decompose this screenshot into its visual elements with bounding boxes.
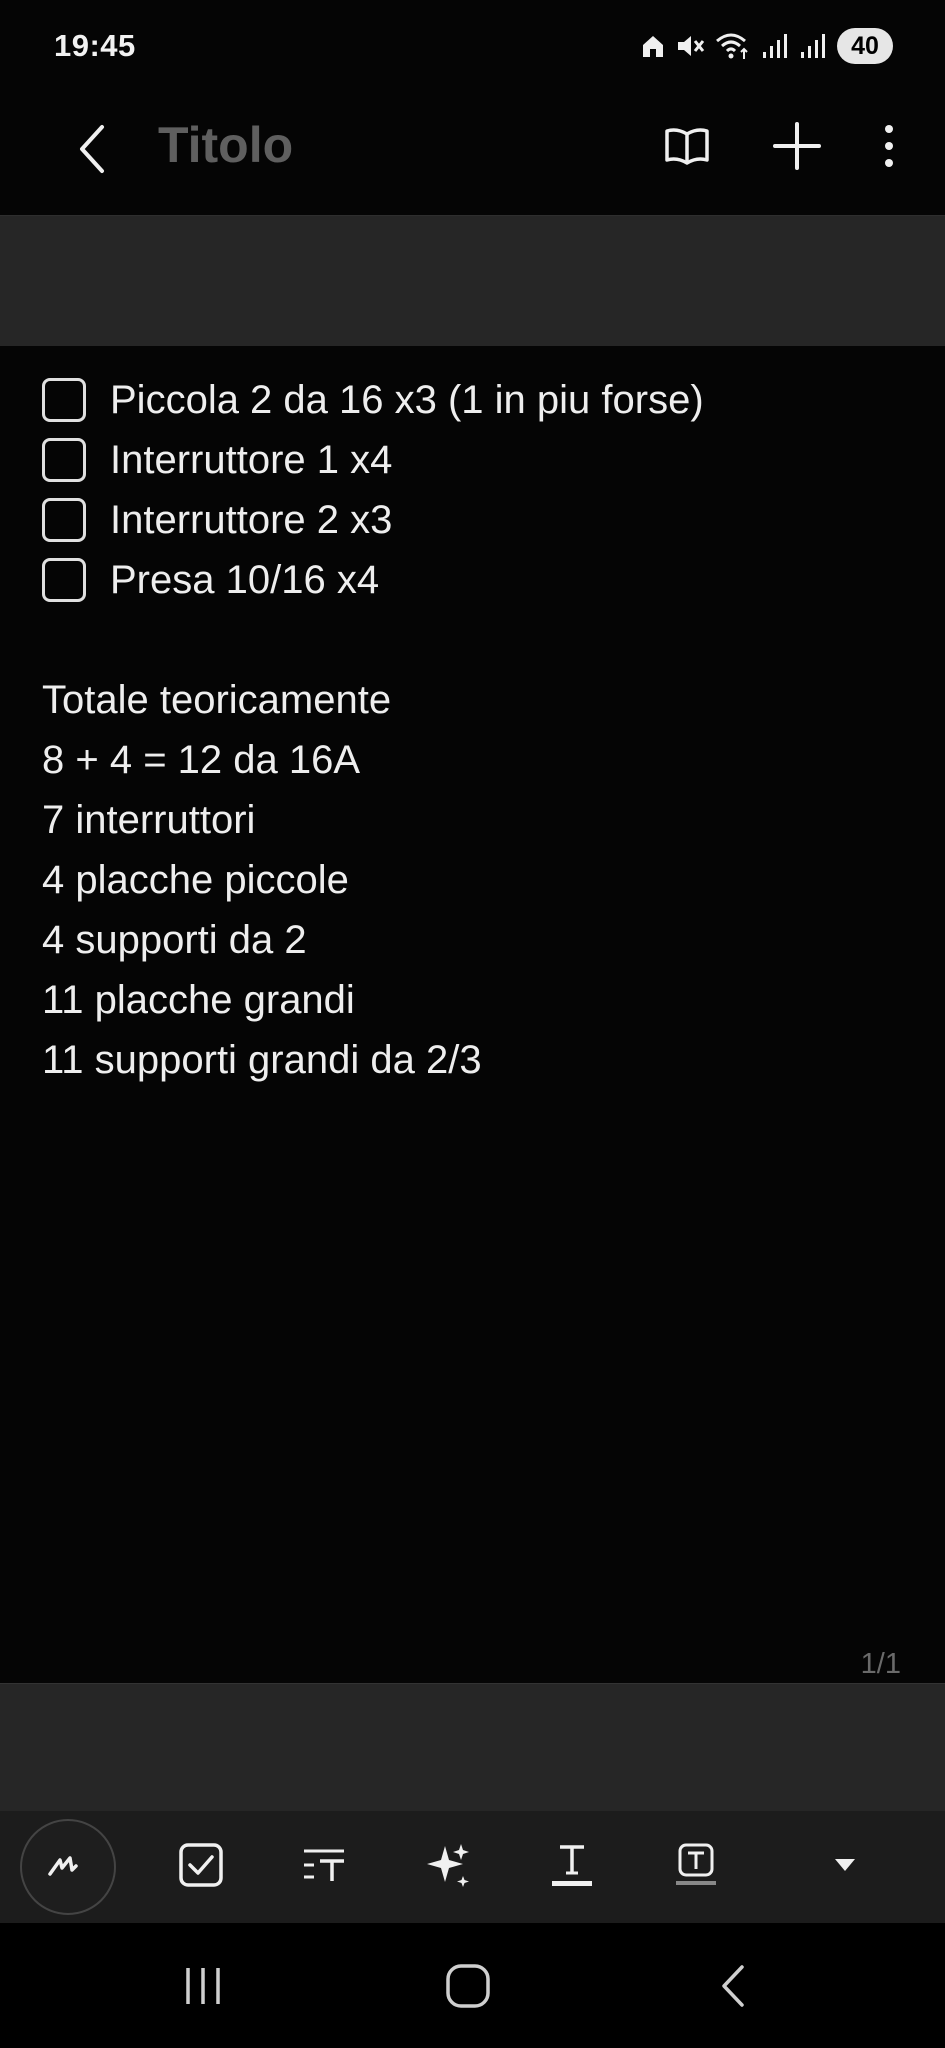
more-vertical-icon xyxy=(884,124,894,173)
checklist-item[interactable]: Interruttore 2 x3 xyxy=(42,490,902,550)
note-text-line: 4 placche piccole xyxy=(42,858,349,902)
home-icon xyxy=(641,33,665,59)
wifi-icon xyxy=(715,31,751,61)
more-options-button[interactable] xyxy=(869,110,909,186)
checkbox-button[interactable] xyxy=(153,1819,249,1915)
status-icons: 40 xyxy=(641,28,893,64)
add-button[interactable] xyxy=(759,110,835,186)
reading-mode-button[interactable] xyxy=(649,110,725,186)
home-button[interactable] xyxy=(423,1943,513,2033)
note-text-line: 4 supporti da 2 xyxy=(42,918,307,962)
pen-mode-button[interactable] xyxy=(20,1819,116,1915)
signal-icon xyxy=(799,32,827,60)
text-color-icon xyxy=(550,1843,594,1892)
home-nav-icon xyxy=(445,1963,491,2014)
mute-icon xyxy=(675,32,705,60)
app-bar: Titolo xyxy=(0,92,945,216)
text-highlight-button[interactable] xyxy=(648,1819,744,1915)
top-toolbar-area xyxy=(0,216,945,346)
checklist-item-label: Interruttore 2 x3 xyxy=(110,497,393,542)
recents-icon xyxy=(182,1964,224,2013)
checkbox[interactable] xyxy=(42,438,86,482)
pen-icon xyxy=(46,1850,90,1885)
plus-icon xyxy=(773,121,821,175)
back-icon xyxy=(718,1963,748,2014)
note-text-line: 7 interruttori xyxy=(42,798,256,842)
checkbox[interactable] xyxy=(42,378,86,422)
checklist-item-label: Piccola 2 da 16 x3 (1 in piu forse) xyxy=(110,377,704,422)
note-body[interactable]: Piccola 2 da 16 x3 (1 in piu forse) Inte… xyxy=(42,370,902,1090)
ai-sparkle-icon xyxy=(425,1842,471,1893)
text-style-icon xyxy=(300,1845,348,1890)
note-text-line: 8 + 4 = 12 da 16A xyxy=(42,738,361,782)
text-highlight-icon xyxy=(674,1843,718,1892)
checklist-item-label: Interruttore 1 x4 xyxy=(110,437,393,482)
back-nav-button[interactable] xyxy=(688,1943,778,2033)
signal-icon xyxy=(761,32,789,60)
note-title[interactable]: Titolo xyxy=(158,116,293,174)
checkbox-icon xyxy=(178,1842,224,1893)
back-button[interactable] xyxy=(62,114,122,188)
status-bar: 19:45 40 xyxy=(0,0,945,92)
page-indicator: 1/1 xyxy=(860,1648,901,1680)
note-text-line: 11 supporti grandi da 2/3 xyxy=(42,1038,482,1082)
checkbox[interactable] xyxy=(42,498,86,542)
note-text-line: 11 placche grandi xyxy=(42,978,355,1022)
text-style-button[interactable] xyxy=(276,1819,372,1915)
format-toolbar xyxy=(0,1811,945,1923)
checklist-item[interactable]: Piccola 2 da 16 x3 (1 in piu forse) xyxy=(42,370,902,430)
checklist-item-label: Presa 10/16 x4 xyxy=(110,557,380,602)
checkbox[interactable] xyxy=(42,558,86,602)
note-text-line: Totale teoricamente xyxy=(42,678,392,722)
book-icon xyxy=(663,126,711,171)
chevron-left-icon xyxy=(76,123,108,180)
checklist-item[interactable]: Interruttore 1 x4 xyxy=(42,430,902,490)
recents-button[interactable] xyxy=(158,1943,248,2033)
expand-down-icon xyxy=(833,1857,857,1878)
ai-assist-button[interactable] xyxy=(400,1819,496,1915)
system-nav-bar xyxy=(0,1923,945,2048)
text-color-button[interactable] xyxy=(524,1819,620,1915)
checklist-item[interactable]: Presa 10/16 x4 xyxy=(42,550,902,610)
app-bar-actions xyxy=(649,110,909,186)
battery-indicator: 40 xyxy=(837,28,893,64)
notes-screen: 19:45 40 Titolo Piccola 2 da 16 x3 (1 in… xyxy=(0,0,945,2048)
expand-toolbar-button[interactable] xyxy=(797,1819,893,1915)
status-time: 19:45 xyxy=(54,28,136,63)
bottom-toolbar-area xyxy=(0,1683,945,1811)
